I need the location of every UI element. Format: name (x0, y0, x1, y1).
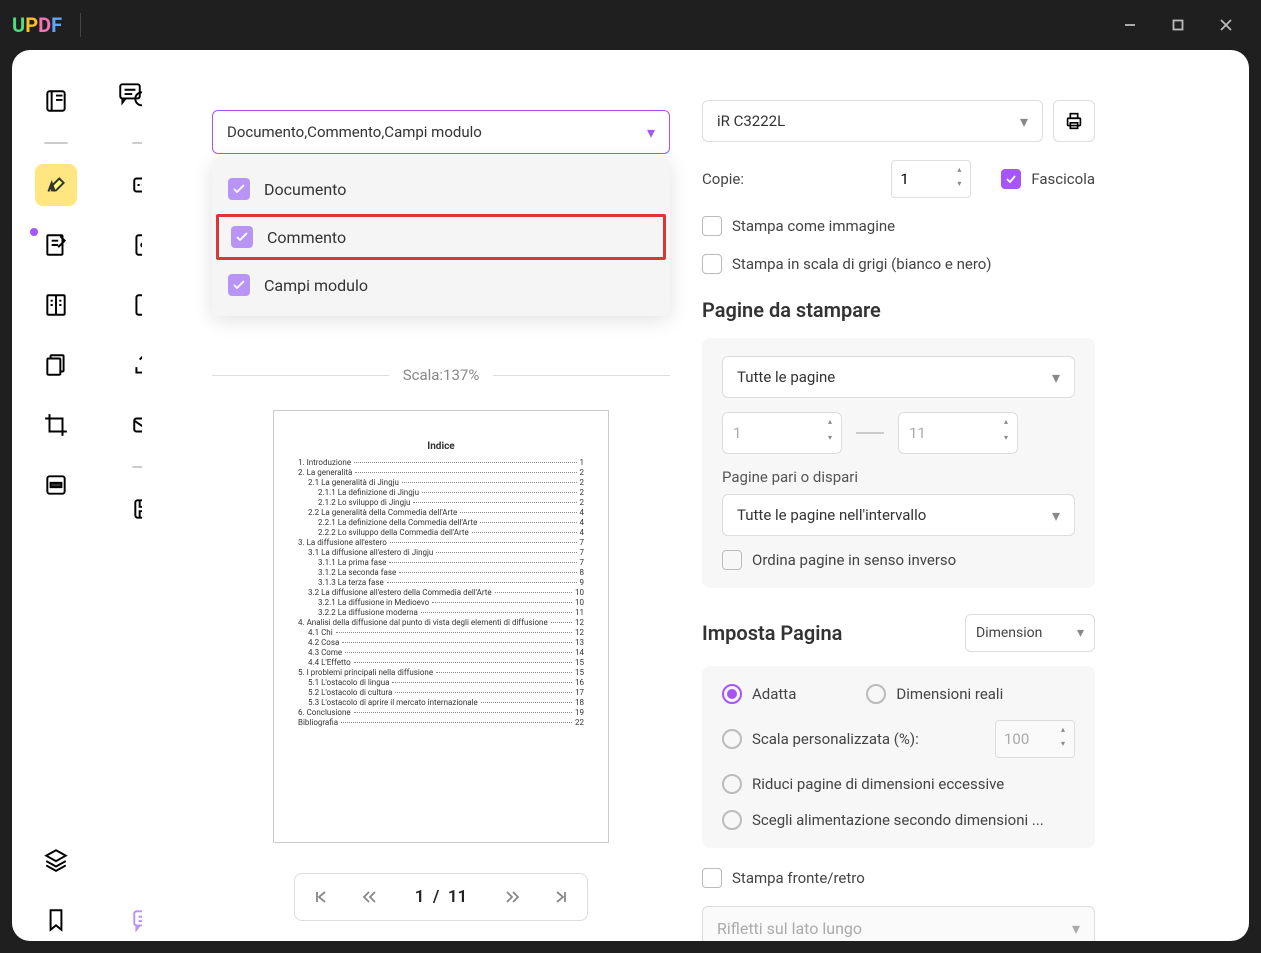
organize-icon[interactable] (35, 344, 77, 386)
content-select[interactable]: Documento,Commento,Campi modulo ▾ (212, 110, 670, 154)
chevron-down-icon: ▾ (647, 123, 655, 142)
toc-line: 6. Conclusione19 (298, 708, 584, 717)
toc-line: 5.2 L'ostacolo di cultura17 (298, 688, 584, 697)
last-page-button[interactable] (539, 878, 583, 916)
dropdown-item-documento[interactable]: Documento (212, 166, 670, 212)
redact-icon[interactable] (35, 464, 77, 506)
annotation-icon[interactable] (117, 80, 143, 110)
source-by-size-radio[interactable] (722, 810, 742, 830)
toc-line: 4. Analisi della diffusione dal punto di… (298, 618, 584, 627)
toc-line: 4.4 L'Effetto15 (298, 658, 584, 667)
page-navigator: 1 / 11 (294, 873, 589, 921)
range-from-input[interactable]: 1 ▴▾ (722, 412, 842, 454)
scale-indicator: Scala:137% (212, 366, 670, 384)
page-preview: Indice 1. Introduzione12. La generalità2… (273, 410, 609, 843)
page-size-select[interactable]: Dimension ▾ (965, 614, 1095, 652)
chevron-down-icon: ▾ (1020, 112, 1028, 131)
setup-section-title: Imposta Pagina (702, 621, 842, 645)
prev-page-button[interactable] (347, 878, 391, 916)
toc-line: 3.2 La diffusione all'estero della Comme… (298, 588, 584, 597)
page-info: 1 / 11 (395, 887, 488, 907)
comment-tool-icon[interactable] (35, 164, 77, 206)
collate-checkbox[interactable] (1001, 169, 1021, 189)
toc-line: 3.1 La diffusione all'estero di Jingju7 (298, 548, 584, 557)
toc-line: 2. La generalità2 (298, 468, 584, 477)
app-logo: UPDF (12, 13, 62, 37)
next-page-button[interactable] (491, 878, 535, 916)
print-as-image-checkbox[interactable] (702, 216, 722, 236)
spin-up-icon[interactable]: ▴ (952, 165, 966, 179)
pages-section-title: Pagine da stampare (702, 298, 1095, 322)
toc-line: 4.3 Come14 (298, 648, 584, 657)
toc-line: 2.1 La generalità di Jingju2 (298, 478, 584, 487)
toc-line: 4.2 Cosa13 (298, 638, 584, 647)
edit-icon[interactable] (35, 224, 77, 266)
custom-scale-input[interactable]: 100 ▴▾ (995, 720, 1075, 758)
odd-even-label: Pagine pari o dispari (722, 468, 1075, 486)
chevron-down-icon: ▾ (1052, 368, 1060, 387)
printer-properties-button[interactable] (1053, 100, 1095, 142)
content-select-value: Documento,Commento,Campi modulo (227, 123, 647, 141)
toc-line: 1. Introduzione1 (298, 458, 584, 467)
duplex-checkbox[interactable] (702, 868, 722, 888)
odd-even-select[interactable]: Tutte le pagine nell'intervallo ▾ (722, 494, 1075, 536)
toc-line: 5.3 L'ostacolo di aprire il mercato inte… (298, 698, 584, 707)
toc-line: 2.1.1 La definizione di Jingju2 (298, 488, 584, 497)
dropdown-item-campi[interactable]: Campi modulo (212, 262, 670, 308)
custom-scale-radio[interactable] (722, 729, 742, 749)
range-dash-icon (856, 432, 884, 434)
active-indicator-icon (30, 228, 38, 236)
content-dropdown: Documento Commento Campi modulo (212, 158, 670, 316)
toc-line: 2.2.1 La definizione della Commedia dell… (298, 518, 584, 527)
chevron-down-icon: ▾ (1077, 625, 1084, 641)
toc-line: 3.1.1 La prima fase7 (298, 558, 584, 567)
checkbox-checked-icon (228, 274, 250, 296)
toc-line: 4.1 Chi12 (298, 628, 584, 637)
left-toolbar (12, 50, 100, 941)
toc-line: 3.2.1 La diffusione in Medioevo10 (298, 598, 584, 607)
shrink-radio[interactable] (722, 774, 742, 794)
layers-icon[interactable] (35, 839, 77, 881)
toc-line: 3.1.3 La terza fase9 (298, 578, 584, 587)
copies-label: Copie: (702, 170, 744, 188)
range-to-input[interactable]: 11 ▴▾ (898, 412, 1018, 454)
toc-line: 3. La diffusione all'estero7 (298, 538, 584, 547)
toc-line: 2.2.2 Lo sviluppo della Commedia dell'Ar… (298, 528, 584, 537)
close-button[interactable] (1203, 9, 1249, 41)
crop-icon[interactable] (35, 404, 77, 446)
duplex-mode-select: Rifletti sul lato lungo ▾ (702, 906, 1095, 941)
fit-radio[interactable] (722, 684, 742, 704)
toc-line: Bibliografia22 (298, 718, 584, 727)
preview-title: Indice (298, 441, 584, 452)
page-range-select[interactable]: Tutte le pagine ▾ (722, 356, 1075, 398)
spin-down-icon[interactable]: ▾ (952, 179, 966, 193)
chevron-down-icon: ▾ (1052, 506, 1060, 525)
pages-icon[interactable] (35, 284, 77, 326)
toc-line: 3.2.2 La diffusione moderna11 (298, 608, 584, 617)
dropdown-item-commento[interactable]: Commento (216, 214, 666, 260)
checkbox-checked-icon (228, 178, 250, 200)
print-dialog: Documento,Commento,Campi modulo ▾ Docume… (142, 50, 1119, 941)
bookmark-icon[interactable] (35, 899, 77, 941)
reader-icon[interactable] (35, 80, 77, 122)
first-page-button[interactable] (299, 878, 343, 916)
chevron-down-icon: ▾ (1072, 919, 1080, 938)
minimize-button[interactable] (1107, 9, 1153, 41)
titlebar: UPDF (0, 0, 1261, 50)
actual-size-radio[interactable] (866, 684, 886, 704)
toc-line: 5.1 L'ostacolo di lingua16 (298, 678, 584, 687)
toc-line: 2.1.2 Lo sviluppo di Jingju2 (298, 498, 584, 507)
toc-line: 5. I problemi principali nella diffusion… (298, 668, 584, 677)
maximize-button[interactable] (1155, 9, 1201, 41)
toc-line: 3.1.2 La seconda fase8 (298, 568, 584, 577)
grayscale-checkbox[interactable] (702, 254, 722, 274)
reverse-checkbox[interactable] (722, 550, 742, 570)
copies-input[interactable]: 1 ▴▾ (891, 160, 971, 198)
checkbox-checked-icon (231, 226, 253, 248)
printer-select[interactable]: iR C3222L ▾ (702, 100, 1043, 142)
toc-line: 2.2 La generalità della Commedia dell'Ar… (298, 508, 584, 517)
